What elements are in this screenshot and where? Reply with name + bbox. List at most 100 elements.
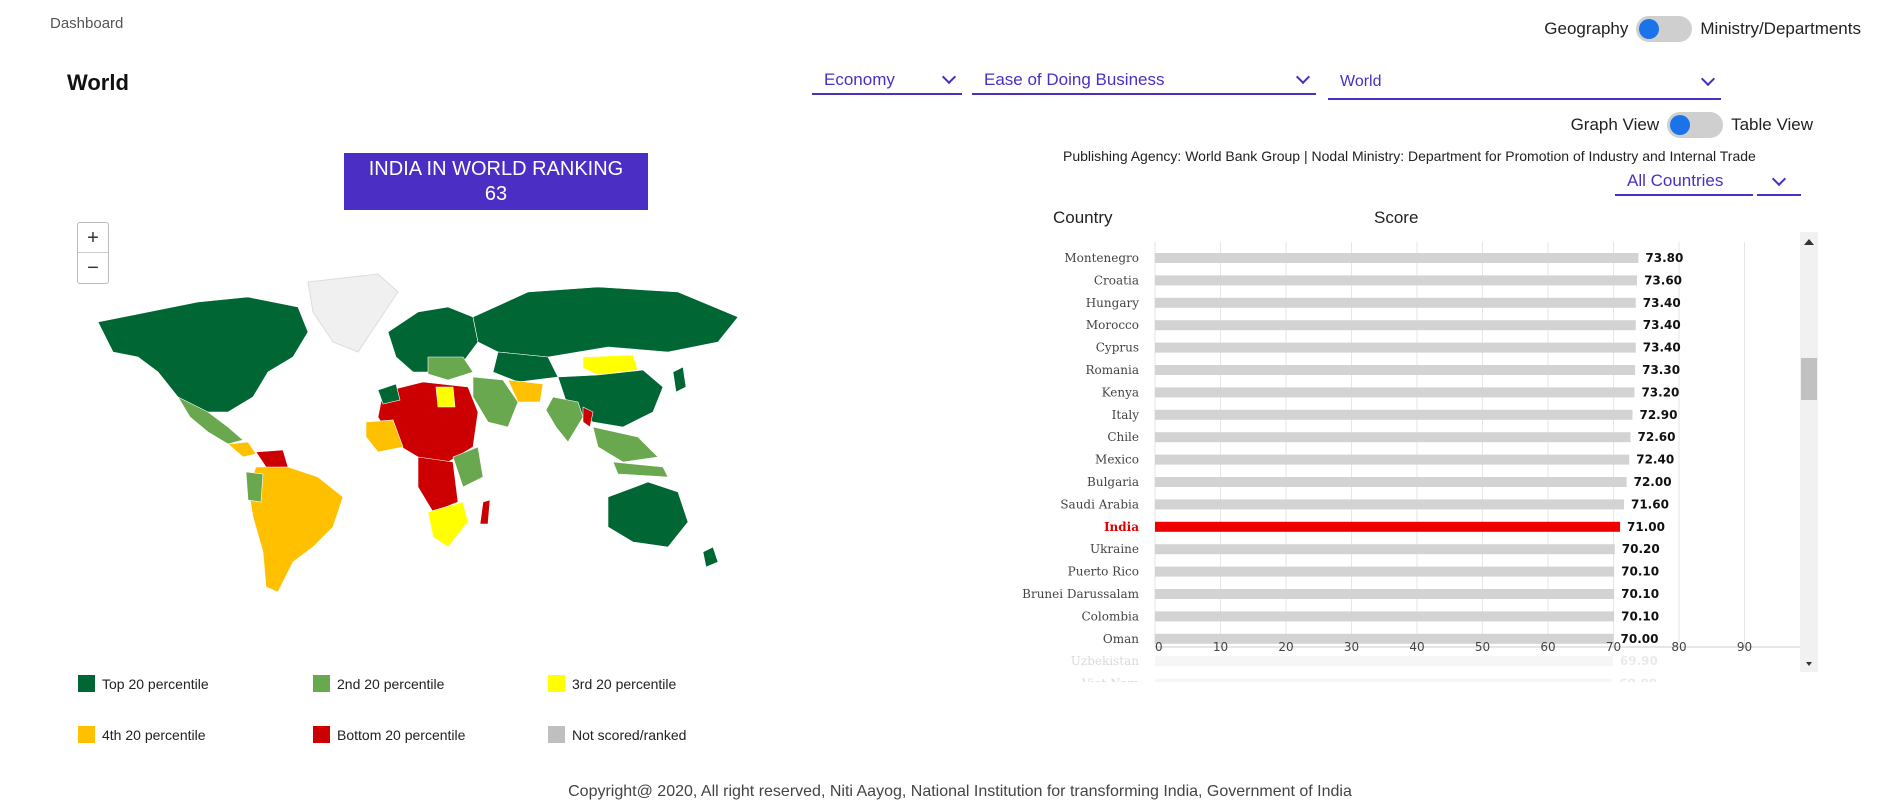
chevron-down-icon [1700, 71, 1716, 87]
map-region-north-america[interactable] [97, 296, 309, 413]
geography-switch[interactable] [1636, 16, 1693, 42]
breadcrumb[interactable]: Dashboard [50, 15, 123, 32]
legend-swatch [313, 726, 330, 743]
map-region-madagascar[interactable] [479, 499, 491, 525]
score-bar[interactable] [1155, 253, 1639, 263]
score-bar[interactable] [1155, 342, 1636, 353]
score-value-label: 73.20 [1641, 385, 1679, 399]
legend-item-bottom-20: Bottom 20 percentile [313, 726, 465, 743]
country-label: Oman [1103, 632, 1139, 646]
map-region-libya-egypt[interactable] [435, 386, 456, 408]
ranking-value: 63 [484, 183, 508, 205]
column-header-country: Country [1053, 208, 1113, 227]
x-tick-label: 30 [1344, 640, 1359, 654]
legend-label: 4th 20 percentile [102, 726, 206, 743]
score-bar[interactable] [1155, 521, 1621, 532]
country-label: Colombia [1081, 609, 1139, 623]
countries-dropdown[interactable]: All Countries [1615, 170, 1753, 196]
map-region-new-zealand[interactable] [702, 546, 719, 568]
score-value-label: 72.90 [1639, 408, 1677, 422]
score-value-label: 72.40 [1636, 453, 1674, 467]
ministry-departments-label: Ministry/Departments [1700, 19, 1861, 38]
x-tick-label: 10 [1213, 640, 1228, 654]
score-value-label: 73.60 [1644, 273, 1682, 287]
geography-ministry-toggle[interactable]: Geography Ministry/Departments [1544, 16, 1861, 42]
score-value-label: 70.00 [1621, 632, 1659, 646]
map-region-indonesia[interactable] [612, 461, 669, 478]
x-tick-label: 80 [1671, 640, 1686, 654]
score-bar[interactable] [1155, 432, 1631, 443]
score-bar-chart[interactable]: Montenegro 73.80 Croatia 73.60 Hungary 73.40 M… [1020, 232, 1820, 682]
x-tick-label: 60 [1540, 640, 1555, 654]
score-value-label: 69.80 [1619, 677, 1657, 682]
countries-dropdown-toggle[interactable] [1757, 170, 1801, 196]
x-tick-label: 50 [1475, 640, 1490, 654]
score-bar[interactable] [1155, 387, 1635, 398]
map-region-southeast-asia[interactable] [592, 426, 659, 463]
legend-label: Top 20 percentile [102, 675, 209, 692]
map-region-eastern-europe[interactable] [427, 356, 474, 381]
view-switch[interactable] [1667, 112, 1724, 138]
score-bar[interactable] [1155, 297, 1636, 308]
zoom-in-button[interactable]: + [78, 223, 108, 253]
chart-scrollbar-thumb[interactable] [1801, 358, 1817, 400]
category-dropdown[interactable]: Economy [812, 69, 962, 95]
score-bar[interactable] [1155, 477, 1627, 487]
chevron-down-icon [941, 69, 957, 84]
score-bar[interactable] [1155, 678, 1613, 682]
score-bar[interactable] [1155, 454, 1630, 465]
score-value-label: 73.40 [1643, 341, 1681, 355]
index-dropdown[interactable]: Ease of Doing Business [972, 69, 1316, 95]
world-map[interactable] [78, 262, 778, 602]
region-dropdown[interactable]: World [1328, 69, 1721, 100]
legend-swatch [78, 675, 95, 692]
score-bar[interactable] [1155, 611, 1615, 622]
map-region-australia[interactable] [607, 481, 689, 548]
country-label: Bulgaria [1087, 475, 1139, 489]
score-bar[interactable] [1155, 566, 1615, 577]
x-tick-label: 0 [1155, 640, 1163, 654]
country-label: Uzbekistan [1071, 654, 1139, 668]
graph-table-toggle[interactable]: Graph View Table View [1571, 112, 1813, 138]
score-bar[interactable] [1155, 365, 1636, 375]
page-title: World [67, 70, 129, 95]
table-view-label: Table View [1731, 115, 1813, 134]
map-region-greenland[interactable] [307, 273, 399, 353]
map-region-central-america[interactable] [227, 441, 257, 458]
map-region-colombia-peru[interactable] [245, 471, 264, 503]
score-value-label: 71.00 [1627, 520, 1665, 534]
region-value: World [1340, 73, 1382, 90]
country-label: Puerto Rico [1068, 565, 1139, 579]
map-region-india[interactable] [545, 396, 584, 443]
india-ranking-box: INDIA IN WORLD RANKING 63 [344, 153, 648, 210]
country-label: Morocco [1086, 318, 1139, 332]
country-label: Romania [1085, 363, 1139, 377]
chevron-down-icon [1295, 69, 1311, 84]
country-label: Croatia [1094, 273, 1139, 287]
x-tick-label: 90 [1737, 640, 1752, 654]
country-label: Ukraine [1090, 542, 1139, 556]
chart-scrollbar-track[interactable] [1800, 232, 1818, 672]
score-bar[interactable] [1155, 589, 1615, 599]
score-bar[interactable] [1155, 409, 1633, 420]
map-region-japan[interactable] [672, 366, 687, 393]
score-value-label: 73.80 [1645, 251, 1683, 265]
score-bar[interactable] [1155, 499, 1624, 510]
map-region-central-africa[interactable] [417, 456, 459, 513]
score-bar[interactable] [1155, 275, 1638, 286]
score-value-label: 73.40 [1643, 296, 1681, 310]
graph-view-label: Graph View [1570, 115, 1660, 134]
legend-item-3rd-20: 3rd 20 percentile [548, 675, 676, 692]
country-label: Saudi Arabia [1060, 497, 1139, 511]
legend-item-4th-20: 4th 20 percentile [78, 726, 206, 743]
country-label: Brunei Darussalam [1022, 587, 1139, 601]
score-bar[interactable] [1155, 544, 1615, 555]
score-value-label: 73.30 [1642, 363, 1680, 377]
score-bar[interactable] [1155, 656, 1613, 667]
score-value-label: 72.00 [1634, 475, 1672, 489]
countries-value: All Countries [1627, 170, 1724, 190]
map-region-russia[interactable] [472, 286, 739, 358]
score-bar[interactable] [1155, 320, 1636, 331]
legend-swatch [313, 675, 330, 692]
footer-copyright: Copyright@ 2020, All right reserved, Nit… [568, 783, 1352, 800]
